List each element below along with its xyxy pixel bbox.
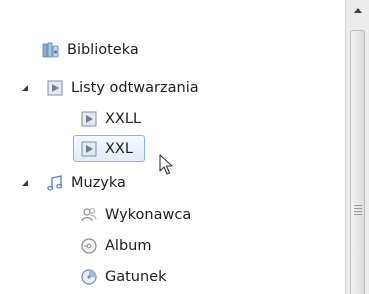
playlist-icon <box>46 79 64 97</box>
tree-item-label: Album <box>105 238 152 254</box>
scrollbar-thumb[interactable] <box>350 30 365 294</box>
tree-item-label: Wykonawca <box>105 207 192 223</box>
tree-item-playlist[interactable]: XXLL <box>80 107 141 131</box>
mouse-cursor-icon <box>159 154 175 180</box>
tree-item-label: XXL <box>105 141 133 157</box>
tree-item-album[interactable]: Album <box>80 234 151 258</box>
tree-item-playlist-selected[interactable]: XXL <box>80 137 133 161</box>
vertical-scrollbar[interactable] <box>345 0 369 294</box>
tree-item-music[interactable]: Muzyka <box>46 171 126 195</box>
genre-icon <box>80 268 98 286</box>
tree-item-label: Listy odtwarzania <box>71 80 199 96</box>
tree-item-artist[interactable]: Wykonawca <box>80 203 191 227</box>
artist-icon <box>80 206 98 224</box>
tree-item-genre[interactable]: Gatunek <box>80 265 167 289</box>
navigation-tree: Biblioteka Listy odtwarzania XXLL XXL Mu… <box>0 0 345 294</box>
playlist-icon <box>80 110 98 128</box>
scroll-up-arrow-icon[interactable] <box>346 0 369 20</box>
album-icon <box>80 237 98 255</box>
tree-item-label: XXLL <box>105 111 142 127</box>
tree-item-label: Biblioteka <box>67 42 139 58</box>
tree-item-label: Muzyka <box>71 175 126 191</box>
music-note-icon <box>46 174 64 192</box>
library-icon <box>42 41 60 59</box>
collapse-playlists-arrow-icon[interactable] <box>20 83 30 93</box>
collapse-music-arrow-icon[interactable] <box>20 178 30 188</box>
scrollbar-grip-icon <box>354 205 362 217</box>
tree-item-label: Gatunek <box>105 269 167 285</box>
tree-item-playlists[interactable]: Listy odtwarzania <box>46 76 199 100</box>
tree-item-biblioteka[interactable]: Biblioteka <box>42 38 139 62</box>
playlist-icon <box>80 140 98 158</box>
